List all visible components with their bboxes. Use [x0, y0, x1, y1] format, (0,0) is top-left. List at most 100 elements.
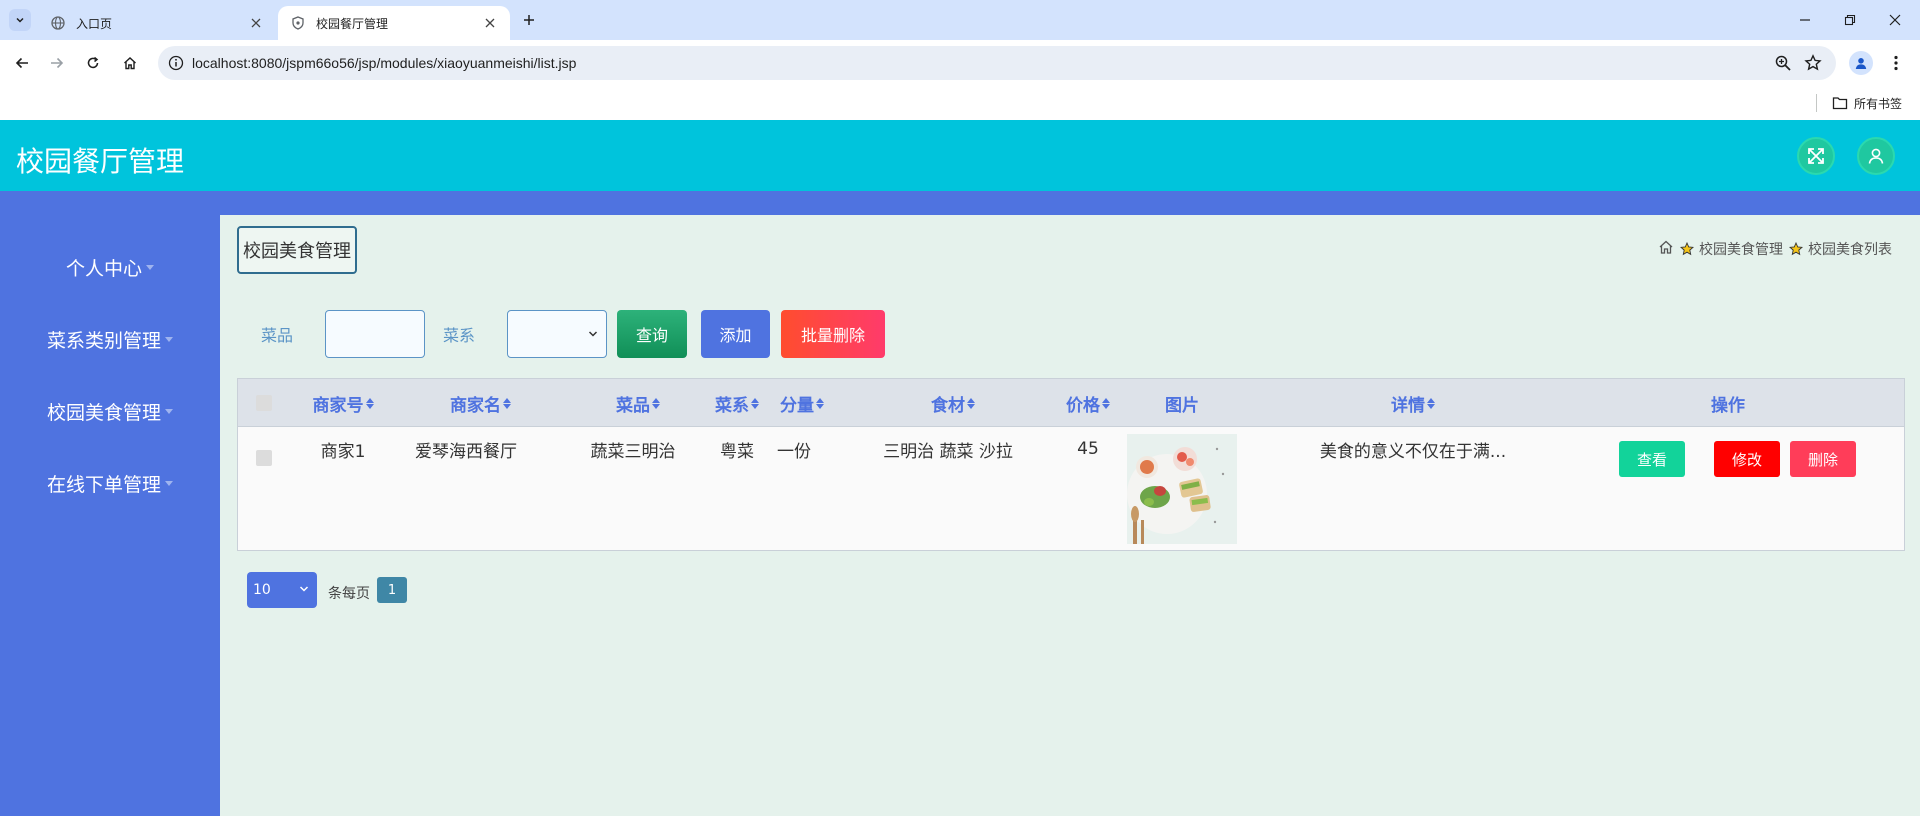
food-table: 商家号 商家名 菜品 菜系 分量 食材 价格 图片 详情 操作 商家1 爱琴海西… [237, 378, 1905, 551]
breadcrumb: 校园美食管理 校园美食列表 [1658, 239, 1892, 259]
column-header-actions: 操作 [1711, 395, 1745, 416]
sidebar-item-personal-center[interactable]: 个人中心 [0, 247, 220, 287]
browser-tab-bar: 入口页 校园餐厅管理 [0, 0, 1920, 40]
page-size-value: 10 [253, 582, 271, 598]
sort-icon [751, 397, 759, 409]
sort-icon [1427, 397, 1435, 409]
dish-label: 菜品 [261, 326, 294, 345]
food-image[interactable] [1127, 434, 1237, 544]
folder-icon [1832, 97, 1848, 110]
restore-button[interactable] [1836, 6, 1864, 34]
bookmark-star-icon[interactable] [1804, 54, 1822, 72]
forward-button[interactable] [45, 51, 69, 75]
sort-icon [967, 397, 975, 409]
close-icon [1889, 14, 1901, 26]
fullscreen-button[interactable] [1797, 137, 1835, 175]
home-icon [124, 57, 136, 70]
profile-button[interactable] [1849, 51, 1873, 75]
sort-icon [365, 397, 374, 409]
person-icon [1855, 58, 1867, 69]
row-checkbox[interactable] [256, 450, 272, 466]
tab-search-button[interactable] [9, 9, 31, 31]
chevron-down-icon [16, 17, 24, 23]
edit-button[interactable]: 修改 [1714, 441, 1780, 477]
breadcrumb-label: 校园美食管理 [1699, 242, 1783, 258]
address-bar[interactable]: localhost:8080/jspm66o56/jsp/modules/xia… [158, 46, 1836, 80]
column-header-merchant-name[interactable]: 商家名 [418, 379, 543, 427]
chevron-down-icon [588, 331, 598, 337]
dish-search-input[interactable] [325, 310, 425, 358]
close-icon[interactable] [482, 15, 498, 31]
cuisine-select[interactable] [507, 310, 607, 358]
section-title: 校园美食管理 [237, 226, 357, 274]
header-accent-strip [0, 191, 1920, 215]
site-info-icon[interactable] [168, 55, 184, 71]
bookmarks-divider [1816, 94, 1817, 112]
sidebar-item-label: 在线下单管理 [46, 473, 161, 496]
close-icon[interactable] [248, 15, 264, 31]
all-bookmarks-button[interactable]: 所有书签 [1832, 92, 1902, 114]
home-button[interactable] [118, 51, 142, 75]
sidebar-item-label: 个人中心 [65, 257, 142, 280]
url-text: localhost:8080/jspm66o56/jsp/modules/xia… [192, 55, 577, 71]
tab-campus-restaurant[interactable]: 校园餐厅管理 [278, 6, 510, 40]
browser-menu-button[interactable] [1887, 51, 1905, 75]
sort-icon [816, 397, 824, 409]
per-page-label: 条每页 [328, 586, 370, 602]
breadcrumb-item[interactable]: 校园美食列表 [1789, 239, 1892, 259]
column-header-price[interactable]: 价格 [1048, 379, 1128, 427]
new-tab-button[interactable] [518, 9, 540, 31]
fullscreen-icon [1808, 148, 1824, 164]
shield-icon [290, 15, 306, 31]
column-header-dish[interactable]: 菜品 [578, 379, 698, 427]
chevron-down-icon [299, 586, 309, 592]
caret-down-icon [165, 480, 173, 486]
column-header-merchant-no[interactable]: 商家号 [303, 379, 383, 427]
sidebar: 个人中心 菜系类别管理 校园美食管理 在线下单管理 [0, 215, 220, 816]
close-window-button[interactable] [1881, 6, 1909, 34]
arrow-left-icon [15, 57, 28, 69]
cell-merchant-name: 爱琴海西餐厅 [415, 441, 517, 462]
tab-entry-page[interactable]: 入口页 [38, 6, 276, 40]
cell-merchant-no: 商家1 [320, 441, 366, 462]
view-button[interactable]: 查看 [1619, 441, 1685, 477]
breadcrumb-item[interactable]: 校园美食管理 [1680, 239, 1783, 259]
column-header-image: 图片 [1165, 395, 1199, 416]
column-header-cuisine[interactable]: 菜系 [702, 379, 772, 427]
select-all-checkbox[interactable] [256, 395, 272, 411]
food-photo-icon [1127, 434, 1237, 544]
sidebar-item-cuisine-category[interactable]: 菜系类别管理 [0, 319, 220, 359]
back-button[interactable] [10, 51, 34, 75]
minimize-icon [1800, 19, 1810, 21]
page-size-select[interactable]: 10 [247, 572, 317, 608]
column-header-detail[interactable]: 详情 [1313, 379, 1513, 427]
delete-button[interactable]: 删除 [1790, 441, 1856, 477]
restore-icon [1844, 14, 1856, 26]
cell-ingredients: 三明治 蔬菜 沙拉 [883, 441, 1013, 462]
sidebar-item-label: 菜系类别管理 [46, 329, 161, 352]
query-button[interactable]: 查询 [617, 310, 687, 358]
home-icon[interactable] [1658, 239, 1674, 259]
table-header: 商家号 商家名 菜品 菜系 分量 食材 价格 图片 详情 操作 [238, 379, 1904, 427]
bookmarks-bar: 所有书签 [0, 86, 1920, 120]
reload-button[interactable] [81, 51, 105, 75]
sidebar-item-online-order[interactable]: 在线下单管理 [0, 463, 220, 503]
cell-portion: 一份 [777, 441, 811, 462]
minimize-button[interactable] [1791, 6, 1819, 34]
browser-toolbar: localhost:8080/jspm66o56/jsp/modules/xia… [0, 40, 1920, 86]
sidebar-item-label: 校园美食管理 [46, 401, 161, 424]
user-button[interactable] [1857, 137, 1895, 175]
bulk-delete-button[interactable]: 批量删除 [781, 310, 885, 358]
add-button[interactable]: 添加 [701, 310, 770, 358]
column-header-portion[interactable]: 分量 [767, 379, 837, 427]
sidebar-item-campus-food[interactable]: 校园美食管理 [0, 391, 220, 431]
cell-dish: 蔬菜三明治 [590, 441, 676, 462]
column-header-ingredients[interactable]: 食材 [873, 379, 1033, 427]
page-number-button[interactable]: 1 [377, 577, 407, 603]
user-icon [1868, 148, 1884, 164]
zoom-icon[interactable] [1774, 54, 1792, 72]
main-content: 校园美食管理 校园美食管理 校园美食列表 菜品 菜系 查询 添加 批量删除 商家… [220, 215, 1920, 816]
sort-icon [1102, 397, 1110, 409]
caret-down-icon [146, 264, 154, 270]
sort-icon [503, 397, 511, 409]
